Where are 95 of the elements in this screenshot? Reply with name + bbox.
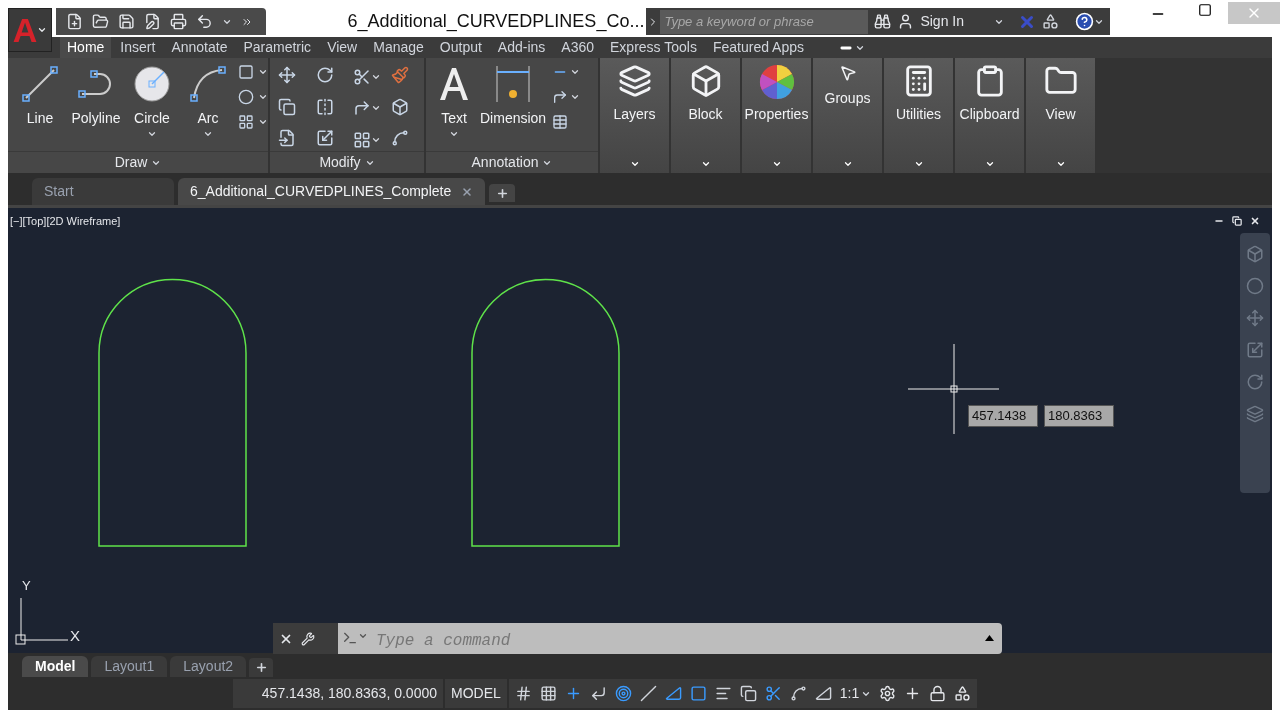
save-as-icon[interactable] bbox=[144, 13, 161, 30]
ucs-axes-icon bbox=[15, 597, 69, 645]
scale-button[interactable]: 1:1 bbox=[839, 683, 872, 704]
axis-label: Y bbox=[22, 577, 31, 595]
sign-in-button[interactable]: Sign In bbox=[897, 11, 964, 32]
caret-icon bbox=[984, 159, 995, 169]
caret-icon bbox=[629, 159, 640, 169]
rectangle-icon[interactable] bbox=[238, 64, 254, 80]
ribbon-tool-button[interactable]: Circle bbox=[124, 64, 180, 139]
caret-icon bbox=[570, 67, 581, 77]
ribbon-tool-button[interactable]: Dimension bbox=[478, 64, 549, 129]
group-select-icon bbox=[838, 64, 857, 82]
ribbon-tab[interactable]: Featured Apps bbox=[705, 37, 811, 58]
circle-tool-icon bbox=[132, 64, 172, 104]
ribbon-tab[interactable]: Insert bbox=[113, 37, 163, 58]
drawing-canvas[interactable]: [−][Top][2D Wireframe] Y X 457.1438 180.8363 Type a command bbox=[8, 208, 1272, 653]
ribbon-tool-button[interactable]: Polyline bbox=[68, 64, 124, 129]
save-icon[interactable] bbox=[118, 13, 135, 30]
copy-icon[interactable] bbox=[278, 97, 296, 116]
settings-icon[interactable] bbox=[879, 685, 897, 702]
coordinate-tooltip: 457.1438 bbox=[968, 405, 1038, 427]
ribbon-panel-button[interactable]: Layers bbox=[600, 58, 669, 173]
arc-tool-icon bbox=[188, 64, 228, 104]
caret-icon bbox=[258, 67, 268, 77]
caret-icon bbox=[570, 92, 581, 102]
plus-icon bbox=[254, 661, 268, 674]
ribbon-tab[interactable]: Add-ins bbox=[490, 37, 553, 58]
ribbon-tool-button[interactable]: Text bbox=[432, 64, 476, 139]
ribbon-tab[interactable]: Manage bbox=[366, 37, 431, 58]
ribbon-panel-button[interactable]: View bbox=[1026, 58, 1095, 173]
close-icon[interactable] bbox=[1250, 216, 1260, 226]
line-tool-icon bbox=[20, 64, 60, 104]
caret-icon bbox=[700, 159, 711, 169]
ribbon-tab[interactable]: Output bbox=[432, 37, 489, 58]
ribbon-tool-button[interactable]: Arc bbox=[180, 64, 236, 139]
ribbon-panel-button[interactable]: Utilities bbox=[884, 58, 953, 173]
table-icon[interactable] bbox=[552, 114, 569, 130]
file-tab[interactable]: Start bbox=[32, 178, 174, 205]
ribbon-panel-button[interactable]: Properties bbox=[742, 58, 811, 173]
help-icon[interactable] bbox=[1075, 12, 1094, 31]
array-icon[interactable] bbox=[353, 131, 371, 150]
grid-icon[interactable] bbox=[514, 685, 532, 702]
ribbon-tool-button[interactable]: Line bbox=[12, 64, 68, 129]
window-title: 6_Additional_CURVEDPLINES_Co... bbox=[347, 10, 645, 34]
restore-icon[interactable] bbox=[1232, 216, 1242, 226]
ribbon-tab[interactable]: A360 bbox=[554, 37, 601, 58]
ribbon-tab[interactable]: Parametric bbox=[236, 37, 319, 58]
caret-icon bbox=[771, 159, 782, 169]
caret-icon bbox=[842, 159, 853, 169]
mirror-icon[interactable] bbox=[315, 97, 334, 116]
ribbon-tab[interactable]: Express Tools bbox=[603, 37, 704, 58]
panel-title[interactable]: Annotation bbox=[471, 152, 539, 173]
panel-title[interactable]: Draw bbox=[114, 152, 148, 173]
panel-title[interactable]: Modify bbox=[319, 152, 361, 173]
ribbon-panel-button[interactable]: Block bbox=[671, 58, 740, 173]
rotate-icon[interactable] bbox=[315, 66, 334, 84]
undo-icon[interactable] bbox=[196, 13, 213, 30]
lineweight-icon[interactable] bbox=[714, 685, 732, 702]
caret-icon bbox=[913, 159, 924, 169]
new-tab-button[interactable] bbox=[489, 184, 516, 202]
file-tab[interactable]: 6_Additional_CURVEDPLINES_Complete bbox=[178, 178, 486, 205]
object-snap-icon[interactable] bbox=[689, 685, 707, 702]
coordinates-readout[interactable]: 457.1438, 180.8363, 0.0000 bbox=[233, 679, 443, 708]
print-icon[interactable] bbox=[170, 13, 187, 30]
lock-icon[interactable] bbox=[929, 685, 947, 702]
dotted-grid-icon[interactable] bbox=[539, 685, 557, 702]
ribbon-tab[interactable]: Home bbox=[60, 37, 112, 58]
viewport-controls-label[interactable]: [−][Top][2D Wireframe] bbox=[10, 213, 121, 230]
ribbon-panel-button[interactable]: Clipboard bbox=[955, 58, 1024, 173]
caret-icon bbox=[1055, 159, 1066, 169]
coordinate-tooltip: 180.8363 bbox=[1044, 405, 1114, 427]
axis-label: X bbox=[70, 626, 80, 646]
ribbon-tab[interactable]: Annotate bbox=[164, 37, 235, 58]
caret-icon bbox=[37, 25, 48, 35]
color-wheel-icon bbox=[758, 64, 795, 100]
new-icon[interactable] bbox=[66, 13, 83, 30]
layout-tab[interactable]: Layout1 bbox=[91, 656, 168, 677]
model-space-button[interactable]: MODEL bbox=[445, 679, 507, 708]
ribbon-tab[interactable]: View bbox=[320, 37, 365, 58]
layout-tab[interactable]: Model bbox=[22, 656, 89, 677]
search-icon[interactable] bbox=[874, 13, 892, 30]
close-tab-icon[interactable] bbox=[461, 185, 474, 198]
caret-icon bbox=[358, 631, 368, 641]
caret-icon bbox=[258, 117, 268, 127]
move-icon[interactable] bbox=[278, 66, 296, 84]
add-layout-button[interactable] bbox=[249, 658, 274, 677]
layers-icon bbox=[617, 64, 652, 98]
polar-tracking-icon[interactable] bbox=[614, 685, 632, 702]
command-prompt-icon[interactable] bbox=[342, 630, 358, 646]
plus-icon bbox=[495, 186, 509, 200]
layout-tab[interactable]: Layout2 bbox=[170, 656, 247, 677]
open-icon[interactable] bbox=[92, 13, 109, 30]
caret-icon bbox=[258, 92, 268, 102]
maximize-icon[interactable] bbox=[1198, 3, 1212, 17]
ribbon-panel-button[interactable]: Groups bbox=[813, 58, 882, 173]
